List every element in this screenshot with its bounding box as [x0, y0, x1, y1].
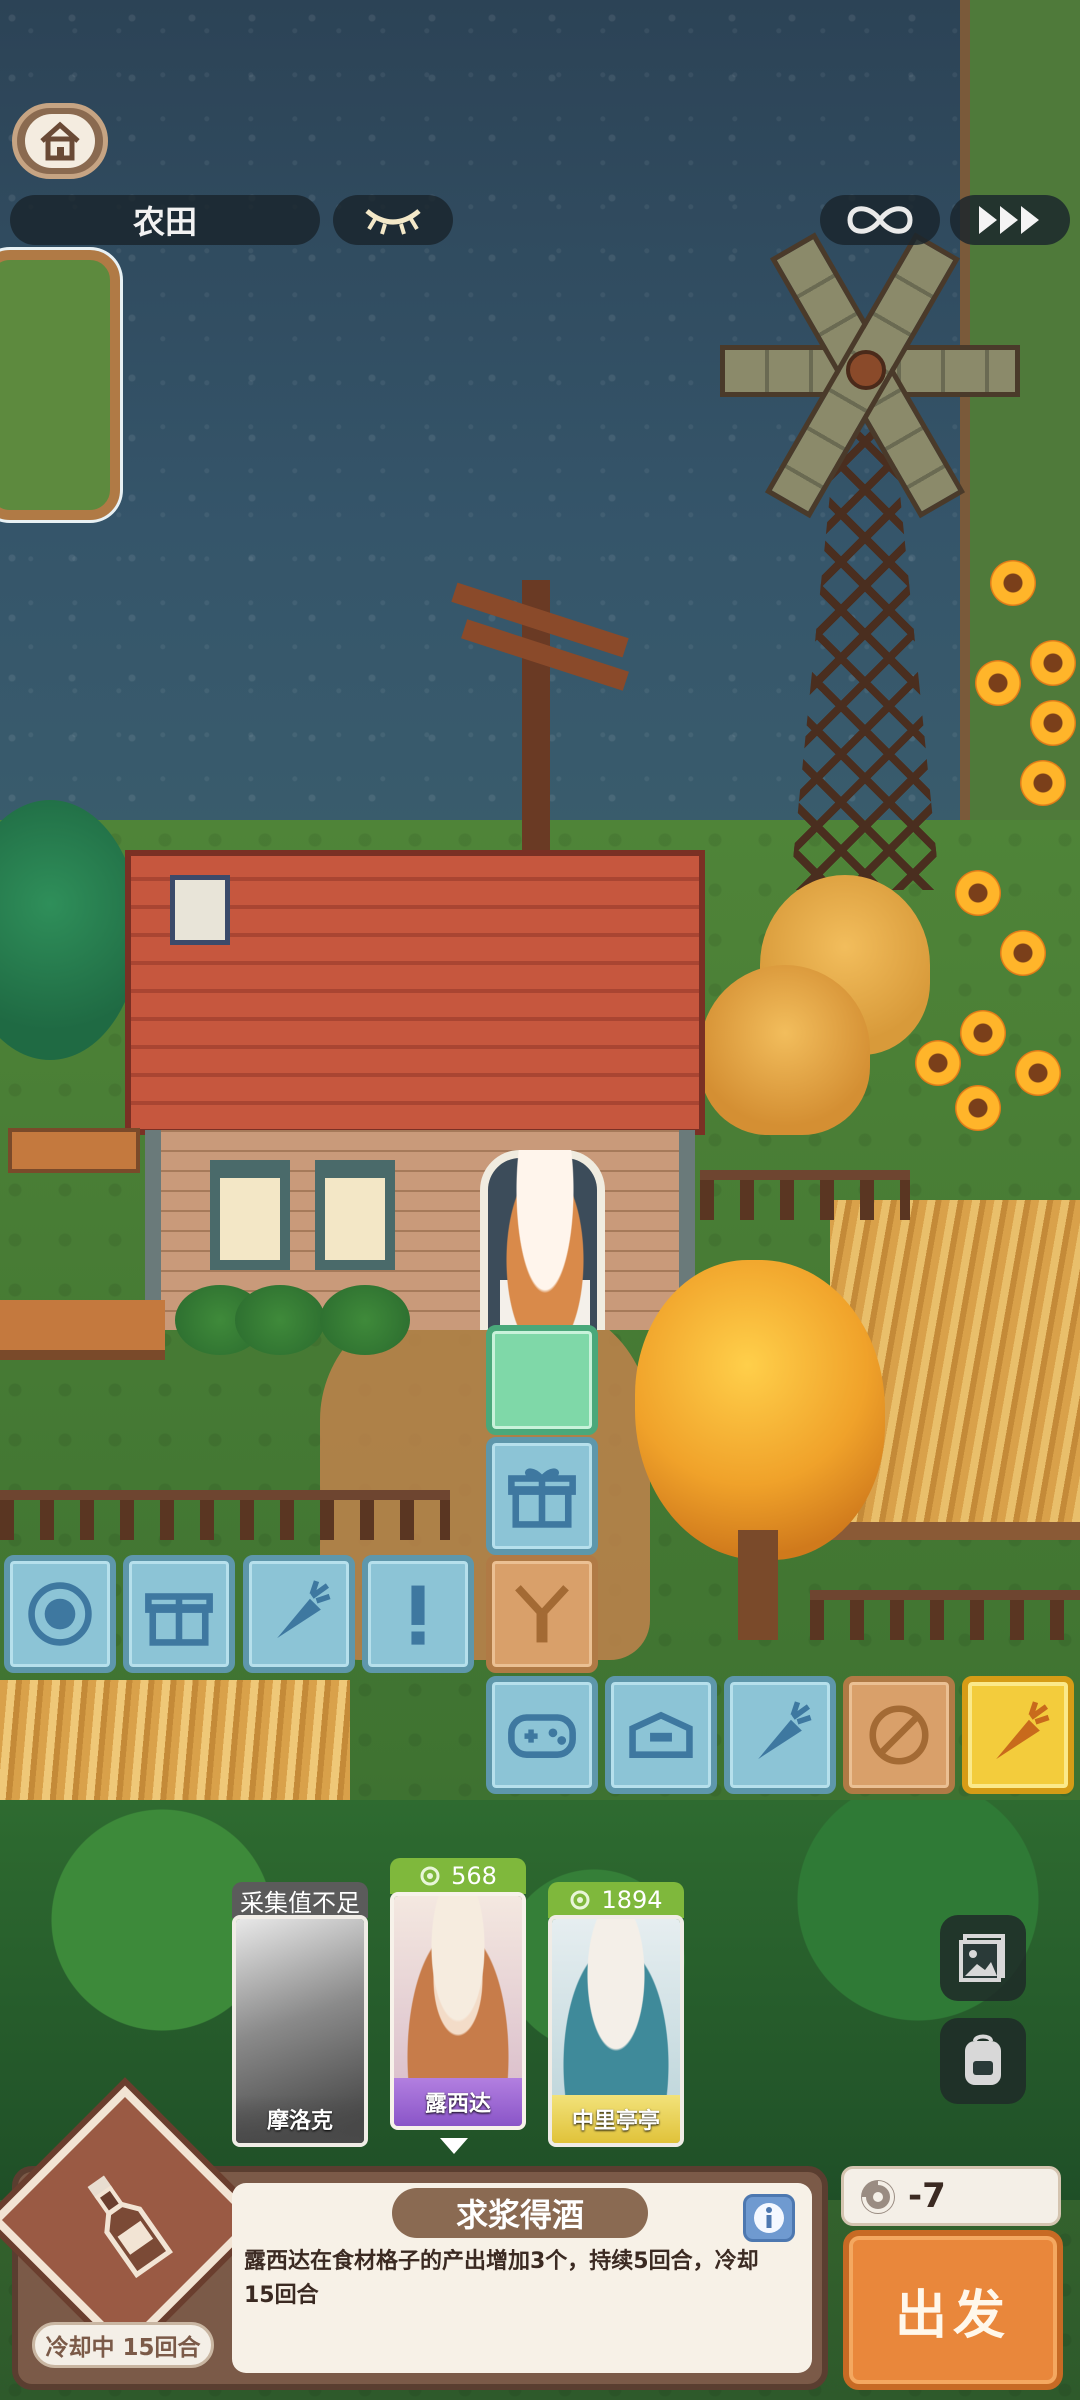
gamepad-icon [508, 1714, 576, 1758]
card-energy-value: 568 [451, 1862, 497, 1890]
picture-icon [959, 1934, 1005, 1982]
character-name: 露西达 [394, 2078, 522, 2126]
sunflower [955, 1085, 1001, 1131]
toggle-ui-button[interactable] [333, 195, 453, 245]
sunflower [915, 1040, 961, 1086]
gift-icon [145, 1593, 213, 1646]
character-card-nakazato[interactable]: 中里亭亭 [548, 1915, 684, 2147]
fence [700, 1170, 910, 1220]
card-energy-tag: 568 [390, 1858, 526, 1894]
board-tile-carrot [724, 1676, 836, 1794]
sunflower [1020, 760, 1066, 806]
current-tile [486, 1325, 598, 1435]
fence [810, 1590, 1080, 1640]
skill-title: 求浆得酒 [392, 2188, 648, 2238]
card-status-tag: 采集值不足 [232, 1882, 368, 1918]
pet-bowl-icon [28, 1582, 92, 1646]
backpack-icon [965, 2034, 1001, 2085]
home-icon [40, 121, 80, 161]
chimney [170, 875, 230, 945]
sunflower [990, 560, 1036, 606]
board-tile-carrot-bonus [962, 1676, 1074, 1794]
energy-swirl-icon [570, 1890, 590, 1910]
board-tile-gift [486, 1437, 598, 1555]
carrot-icon [758, 1701, 812, 1760]
speed-button[interactable] [950, 195, 1070, 245]
sunflower [1030, 640, 1076, 686]
energy-swirl-icon [420, 1866, 440, 1886]
windmill-hub [846, 350, 886, 390]
house-window [210, 1160, 290, 1270]
cost-display: -7 [841, 2166, 1061, 2226]
cooldown-label: 冷却中 15回合 [32, 2322, 214, 2368]
info-icon [754, 2203, 784, 2233]
card-energy-value: 1894 [601, 1886, 663, 1914]
toolbox-icon [629, 1711, 693, 1758]
skill-icon-button[interactable] [62, 2160, 188, 2286]
carrot-icon [996, 1701, 1050, 1760]
board-tile-toolbox [605, 1676, 717, 1794]
board-tile-blocked [843, 1676, 955, 1794]
wooden-crate [8, 1128, 140, 1173]
character-card-lucida[interactable]: 露西达 [390, 1892, 526, 2130]
exclamation-icon [411, 1585, 425, 1645]
character-name: 摩洛克 [236, 2095, 364, 2143]
autumn-tree [635, 1260, 885, 1560]
right-riverbank [960, 0, 1080, 900]
location-label: 农田 [10, 195, 320, 245]
character-card-moloch[interactable]: 摩洛克 [232, 1915, 368, 2147]
board-tile-gift [123, 1555, 235, 1673]
sunflower [1015, 1050, 1061, 1096]
board-tile-slingshot [486, 1555, 598, 1673]
depart-button[interactable]: 出发 [843, 2230, 1063, 2390]
carrot-icon [277, 1580, 331, 1639]
character-name: 中里亭亭 [552, 2095, 680, 2143]
sunflower [960, 1010, 1006, 1056]
gallery-button[interactable] [940, 1915, 1026, 2001]
sunflower [1030, 700, 1076, 746]
hedge [320, 1285, 410, 1355]
haystack [700, 965, 870, 1135]
home-button[interactable] [12, 103, 108, 179]
sunflower [1000, 930, 1046, 976]
infinity-icon [847, 206, 913, 234]
wooden-bench [0, 1300, 165, 1360]
sunflower [955, 870, 1001, 916]
board-tile-game [486, 1676, 598, 1794]
closed-eye-icon [365, 209, 421, 235]
card-energy-tag: 1894 [548, 1882, 684, 1918]
slingshot-icon [515, 1585, 569, 1643]
skill-info-button[interactable] [743, 2194, 795, 2242]
cost-value: -7 [908, 2176, 946, 2216]
tree-trunk [738, 1530, 778, 1640]
grass-islet [0, 250, 120, 520]
sunflower [975, 660, 1021, 706]
fence [0, 1490, 450, 1540]
board-tile-bowl [4, 1555, 116, 1673]
blocked-icon [869, 1705, 929, 1765]
bag-button[interactable] [940, 2018, 1026, 2104]
fast-forward-icon [979, 206, 1039, 234]
skill-description: 露西达在食材格子的产出增加3个，持续5回合，冷却15回合 [244, 2249, 759, 2308]
board-tile-event [362, 1555, 474, 1673]
player-character[interactable] [500, 1150, 590, 1350]
wine-bottle-icon [87, 2175, 173, 2278]
house-window [315, 1160, 395, 1270]
auto-loop-button[interactable] [820, 195, 940, 245]
hedge [235, 1285, 325, 1355]
gift-icon [508, 1468, 576, 1528]
selected-indicator [440, 2138, 468, 2154]
board-tile-carrot [243, 1555, 355, 1673]
energy-swirl-icon [861, 2180, 895, 2214]
